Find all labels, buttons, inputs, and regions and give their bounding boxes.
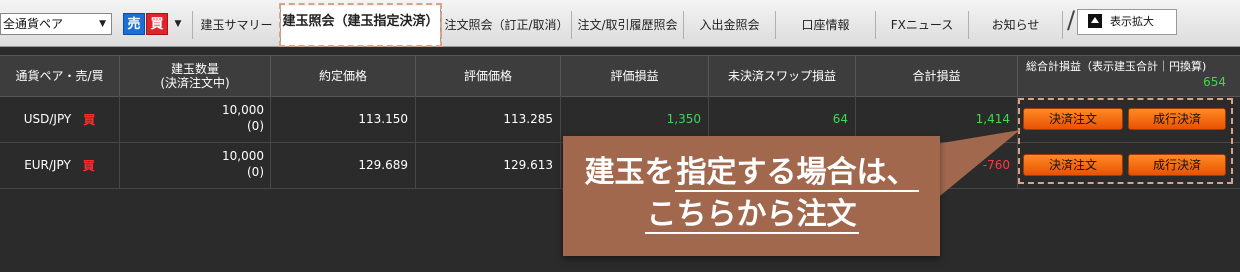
expand-icon [1088, 14, 1102, 28]
tab-deposit-inquiry[interactable]: 入出金照会 [683, 11, 775, 39]
column-header-swap-pl: 未決済スワップ損益 [708, 56, 855, 96]
tab-position-inquiry[interactable]: 建玉照会（建玉指定決済） [280, 6, 441, 46]
exec-price-cell: 113.150 [270, 96, 415, 142]
callout-text-underlined: こちらから注文 [644, 197, 859, 234]
column-header-quantity: 建玉数量 (決済注文中) [119, 56, 270, 96]
side-badge: 買 [83, 112, 96, 127]
eval-price-cell: 113.285 [415, 96, 560, 142]
side-badge: 買 [82, 158, 95, 173]
sell-filter-button[interactable]: 売 [123, 13, 145, 35]
column-header-eval-pl: 評価損益 [560, 56, 708, 96]
currency-pair-select-value: 全通貨ペア [3, 17, 64, 31]
grand-total-label: 総合計損益（表示建玉合計｜円換算) [1026, 60, 1207, 73]
buy-filter-button[interactable]: 買 [146, 13, 168, 35]
market-settle-button[interactable]: 成行決済 [1128, 108, 1226, 130]
market-settle-button[interactable]: 成行決済 [1128, 154, 1226, 176]
expand-view-button[interactable]: 表示拡大 [1077, 9, 1177, 35]
tab-fx-news[interactable]: FXニュース [875, 11, 968, 39]
callout-line-2: こちらから注文 [563, 194, 940, 236]
pair-name: USD/JPY [23, 112, 72, 126]
tab-account-info[interactable]: 口座情報 [775, 11, 875, 39]
column-header-pair: 通貨ペア・売/買 [15, 69, 104, 83]
column-header-grand-total: 総合計損益（表示建玉合計｜円換算) 654 [1017, 56, 1240, 96]
settle-order-button[interactable]: 決済注文 [1023, 154, 1123, 176]
callout-line-1: 建玉を指定する場合は、 [563, 152, 940, 194]
tab-bar: 全通貨ペア ▼ 売 買 ▼ 建玉サマリー 建玉照会（建玉指定決済） 注文照会（訂… [0, 0, 1240, 47]
callout-text-underlined: 指定する場合は、 [674, 155, 919, 192]
column-header-exec-price: 約定価格 [270, 56, 415, 96]
tab-position-summary[interactable]: 建玉サマリー [192, 11, 280, 39]
tab-order-inquiry[interactable]: 注文照会（訂正/取消） [441, 11, 571, 39]
actions-cell: 決済注文 成行決済 [1017, 96, 1240, 142]
column-header-total-pl: 合計損益 [855, 56, 1017, 96]
actions-cell: 決済注文 成行決済 [1017, 142, 1240, 188]
pair-cell: USD/JPY 買 [0, 96, 119, 142]
quantity-cell: 10,000 (0) [119, 96, 270, 142]
quantity-value: 10,000 [222, 149, 264, 163]
pair-cell: EUR/JPY 買 [0, 142, 119, 188]
currency-pair-select[interactable]: 全通貨ペア ▼ [0, 13, 112, 35]
tab-notices[interactable]: お知らせ [968, 11, 1063, 39]
callout-box: 建玉を指定する場合は、 こちらから注文 [563, 136, 940, 256]
column-header-eval-price: 評価価格 [415, 56, 560, 96]
quantity-cell: 10,000 (0) [119, 142, 270, 188]
chevron-down-icon[interactable]: ▼ [170, 13, 186, 35]
grand-total-value: 654 [1203, 75, 1226, 89]
expand-view-label: 表示拡大 [1110, 15, 1154, 28]
pending-value: (0) [247, 119, 264, 133]
settle-order-button[interactable]: 決済注文 [1023, 108, 1123, 130]
divider: / [1067, 6, 1076, 34]
pair-name: EUR/JPY [24, 158, 71, 172]
table-header: 通貨ペア・売/買 建玉数量 (決済注文中) 約定価格 評価価格 評価損益 未決済… [0, 55, 1240, 97]
eval-price-cell: 129.613 [415, 142, 560, 188]
pending-value: (0) [247, 165, 264, 179]
callout-text: 建玉を [584, 155, 675, 190]
tab-order-history[interactable]: 注文/取引履歴照会 [571, 11, 683, 39]
chevron-down-icon: ▼ [99, 19, 106, 29]
exec-price-cell: 129.689 [270, 142, 415, 188]
quantity-value: 10,000 [222, 103, 264, 117]
